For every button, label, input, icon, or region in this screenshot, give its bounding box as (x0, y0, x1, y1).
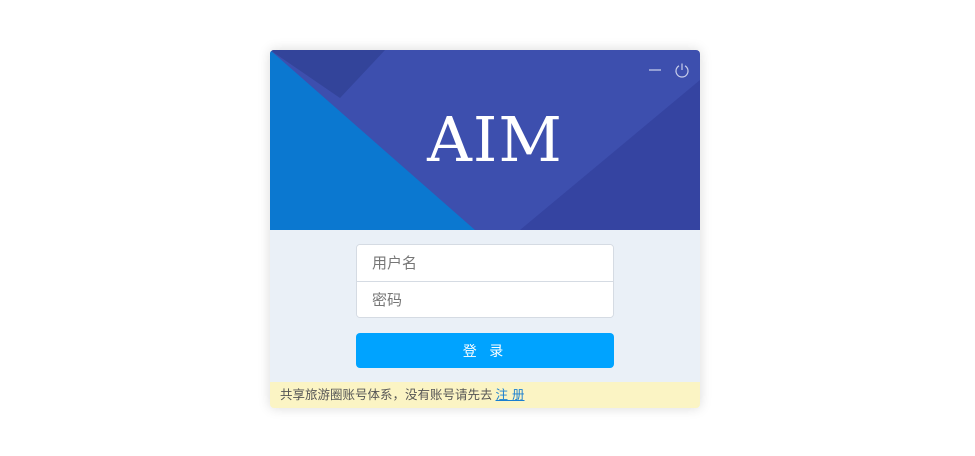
login-form: 登 录 (356, 244, 614, 368)
close-button[interactable] (673, 61, 690, 78)
register-notice-text: 共享旅游圈账号体系，没有账号请先去 (280, 387, 493, 402)
power-icon (674, 63, 689, 78)
window-controls (646, 61, 690, 78)
minimize-button[interactable] (646, 61, 663, 78)
register-notice: 共享旅游圈账号体系，没有账号请先去注 册 (270, 382, 700, 408)
password-input[interactable] (357, 281, 613, 317)
login-window: AIM 登 录 共享旅游圈账号体系，没有账号请先去注 册 (270, 50, 700, 408)
app-logo: AIM (270, 100, 700, 180)
credentials-group (356, 244, 614, 318)
logo-text: AIM (427, 103, 563, 176)
header-banner: AIM (270, 50, 700, 230)
register-link[interactable]: 注 册 (496, 387, 525, 402)
login-button[interactable]: 登 录 (356, 333, 614, 368)
minimize-icon (648, 68, 661, 71)
username-input[interactable] (357, 245, 613, 281)
